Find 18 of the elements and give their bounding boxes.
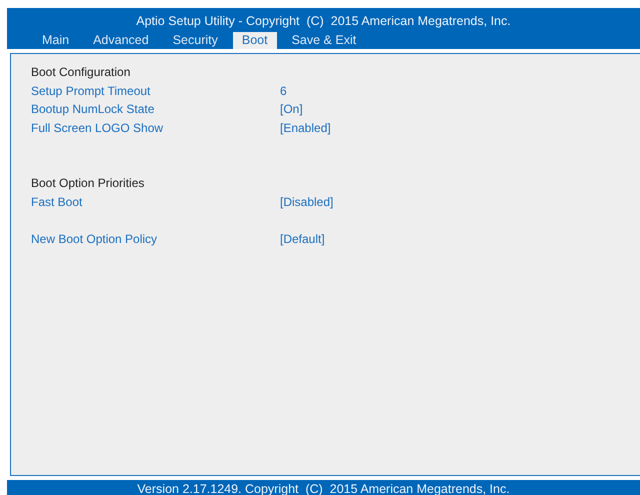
- tab[interactable]: Advanced: [84, 32, 158, 49]
- setting-label[interactable]: New Boot Option Policy: [31, 230, 280, 248]
- section-heading: Boot Option Priorities: [31, 175, 146, 192]
- setting-label[interactable]: Bootup NumLock State: [31, 100, 280, 118]
- section-heading: Boot Configuration: [31, 64, 132, 81]
- setting-label[interactable]: Full Screen LOGO Show: [31, 118, 280, 137]
- setting-label[interactable]: Setup Prompt Timeout: [31, 82, 280, 100]
- setting-value[interactable]: [Default]: [280, 230, 325, 248]
- setting-label[interactable]: Fast Boot: [31, 192, 280, 211]
- setting-value[interactable]: [On]: [280, 100, 303, 118]
- setting-value[interactable]: [Disabled]: [280, 192, 334, 211]
- tab[interactable]: Security: [164, 32, 227, 49]
- tab[interactable]: Save & Exit: [282, 32, 366, 49]
- window-title: Aptio Setup Utility - Copyright (C) 2015 American Megatrends, Inc.: [135, 13, 512, 30]
- tab[interactable]: Boot: [232, 32, 277, 49]
- setting-value[interactable]: 6: [280, 82, 287, 100]
- tab[interactable]: Main: [33, 32, 78, 49]
- setting-value[interactable]: [Enabled]: [280, 118, 331, 137]
